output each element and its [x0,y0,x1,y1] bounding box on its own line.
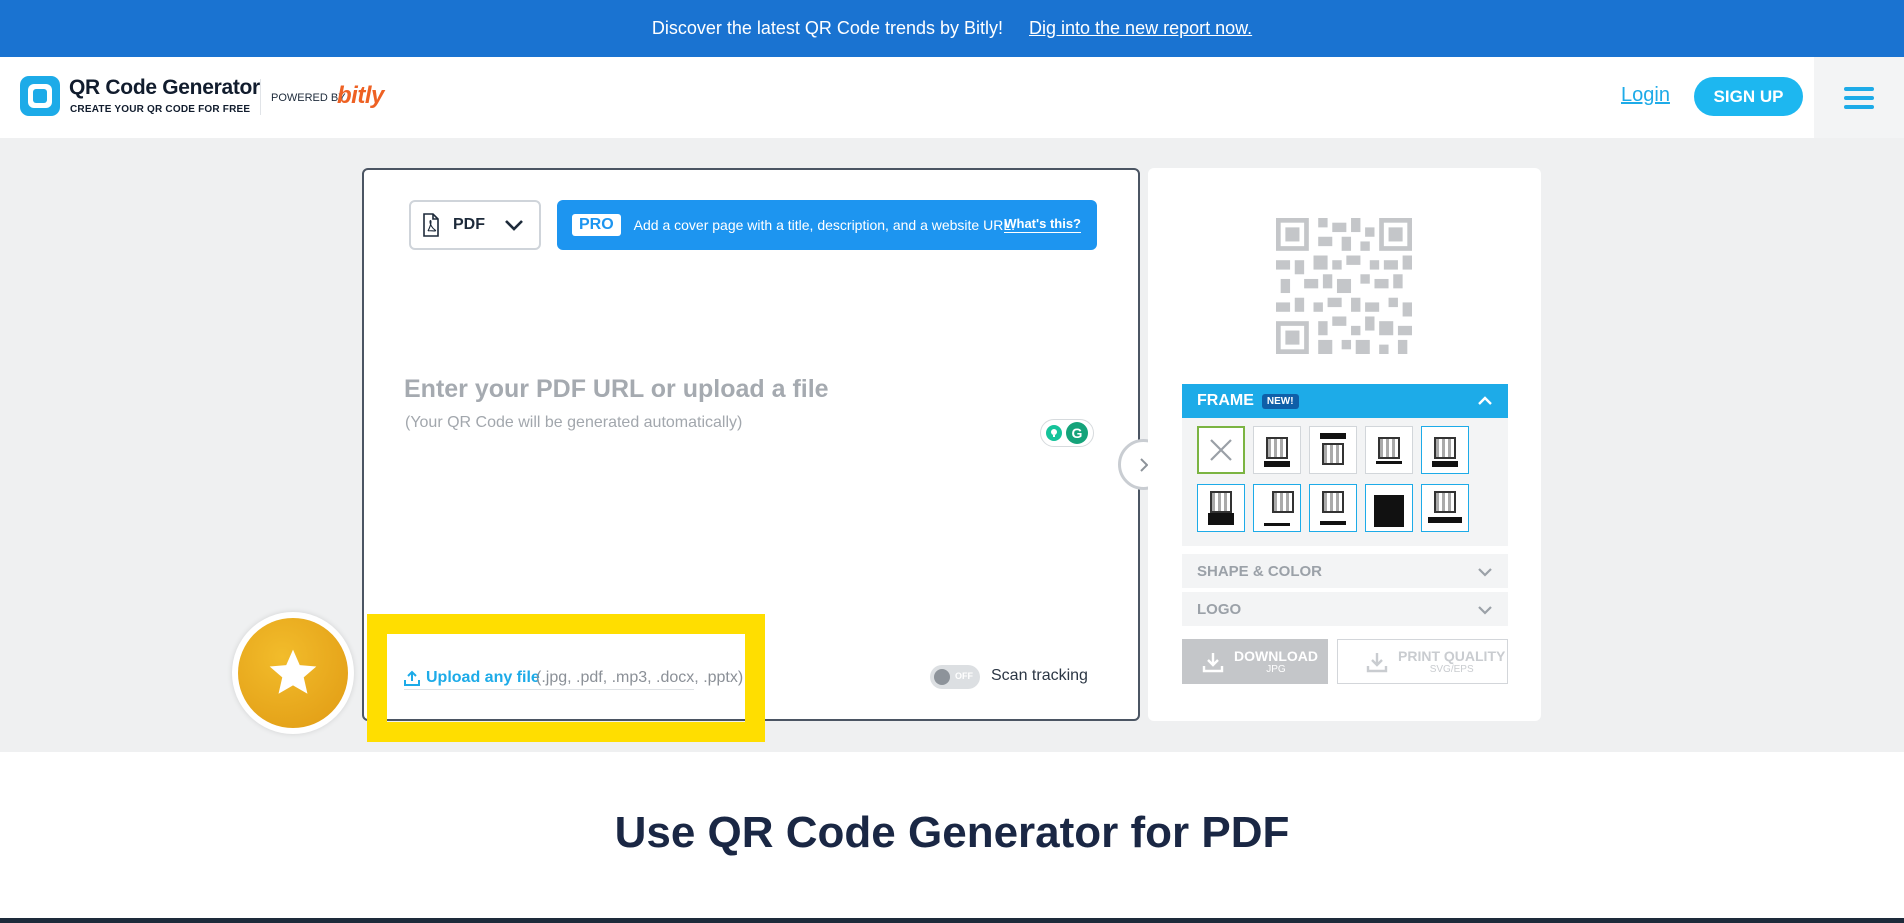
grammarly-widget[interactable]: G [1040,419,1094,447]
scan-tracking-label: Scan tracking [991,667,1088,684]
print-quality-button[interactable]: PRINT QUALITY SVG/EPS [1337,639,1508,684]
frame-option-6[interactable] [1253,484,1301,532]
login-link[interactable]: Login [1621,84,1670,107]
frame-option-7[interactable] [1309,484,1357,532]
input-hint: (Your QR Code will be generated automati… [405,414,743,431]
logo-label: LOGO [1197,600,1242,618]
chevron-up-icon [1478,396,1492,405]
upload-icon [404,670,420,686]
download-icon [1366,652,1388,672]
pdf-url-input[interactable] [404,375,964,404]
download-icon [1202,652,1224,672]
bitly-logo[interactable]: bitly [337,82,384,110]
download-button[interactable]: DOWNLOAD JPG [1182,639,1328,684]
upload-file-link[interactable]: Upload any file [404,669,540,687]
scan-tracking-toggle[interactable]: OFF [930,665,980,689]
star-icon [269,649,317,694]
hamburger-icon [1844,86,1874,91]
print-quality-label: PRINT QUALITY [1398,648,1506,664]
shape-color-label: SHAPE & COLOR [1197,562,1323,580]
section-heading: Use QR Code Generator for PDF [614,808,1290,857]
frame-option-9[interactable] [1421,484,1469,532]
upload-link-label: Upload any file [426,669,540,686]
frame-option-1[interactable] [1253,426,1301,474]
chevron-down-icon [1478,568,1492,577]
qr-code-preview [1276,218,1412,354]
frame-option-5[interactable] [1197,484,1245,532]
logo-subtitle: CREATE YOUR QR CODE FOR FREE [70,104,251,115]
frame-option-2[interactable] [1309,426,1357,474]
download-label: DOWNLOAD [1234,648,1318,664]
logo-accordion[interactable]: LOGO [1182,592,1508,626]
logo-divider [260,79,261,115]
top-banner: Discover the latest QR Code trends by Bi… [0,0,1904,57]
qr-type-label: PDF [453,216,485,233]
whats-this-link[interactable]: What's this? [1004,216,1081,233]
customize-panel: FRAME NEW! SHAPE & COLOR LOGO DOWNLOAD J… [1148,168,1541,721]
upload-extensions: (.jpg, .pdf, .mp3, .docx, .pptx) [536,669,744,686]
close-icon [1210,439,1232,461]
shape-color-accordion[interactable]: SHAPE & COLOR [1182,554,1508,588]
hamburger-menu-button[interactable] [1814,57,1904,138]
pro-cover-banner: PRO Add a cover page with a title, descr… [557,200,1097,250]
frame-option-3[interactable] [1365,426,1413,474]
editor-card: PDF PRO Add a cover page with a title, d… [362,168,1140,721]
bulb-icon [1046,425,1062,441]
bottom-divider [0,918,1904,923]
print-quality-format: SVG/EPS [1429,664,1474,675]
pro-description: Add a cover page with a title, descripti… [633,217,1015,233]
signup-button[interactable]: SIGN UP [1694,77,1803,116]
frame-option-8[interactable] [1365,484,1413,532]
chevron-down-icon [505,220,523,231]
toggle-knob [934,669,950,685]
pdf-file-icon [423,213,439,237]
qr-type-dropdown[interactable]: PDF [409,200,541,250]
grammarly-icon: G [1066,422,1088,444]
chevron-down-icon [1478,606,1492,615]
logo-title[interactable]: QR Code Generator [69,76,260,100]
frame-option-none[interactable] [1197,426,1245,474]
site-header: QR Code Generator CREATE YOUR QR CODE FO… [0,57,1904,138]
download-format: JPG [1266,664,1286,675]
frame-options [1182,418,1508,546]
new-badge: NEW! [1261,393,1299,409]
star-badge[interactable] [232,612,354,734]
frame-label: FRAME [1197,392,1254,409]
toggle-state-label: OFF [955,671,973,681]
pro-badge: PRO [572,214,621,236]
powered-by-label: POWERED BY [271,92,346,104]
frame-accordion-header[interactable]: FRAME NEW! [1182,384,1508,418]
banner-report-link[interactable]: Dig into the new report now. [1029,18,1252,39]
qr-logo-icon[interactable] [20,76,60,116]
banner-message: Discover the latest QR Code trends by Bi… [651,18,1003,38]
frame-option-4[interactable] [1421,426,1469,474]
upload-divider [404,689,694,690]
